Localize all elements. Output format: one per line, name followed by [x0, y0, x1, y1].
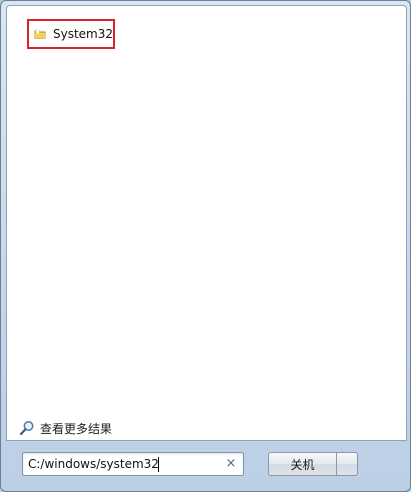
text-caret — [158, 457, 159, 472]
search-input[interactable]: C:/windows/system32 × — [22, 452, 244, 476]
search-results-pane: System32 查看更多结果 — [6, 5, 407, 441]
clear-icon[interactable]: × — [225, 456, 237, 472]
shutdown-options-button[interactable] — [337, 452, 358, 476]
result-item-system32[interactable]: System32 — [27, 19, 115, 49]
magnifier-icon — [19, 421, 34, 436]
result-item-label: System32 — [52, 27, 113, 41]
shutdown-button-group: 关机 — [268, 452, 358, 476]
see-more-label: 查看更多结果 — [40, 421, 113, 436]
folder-icon — [34, 29, 46, 39]
start-menu-window: System32 查看更多结果 C:/windows/system32 × 关机 — [0, 0, 411, 492]
shutdown-button[interactable]: 关机 — [268, 452, 337, 476]
search-input-value: C:/windows/system32 — [28, 457, 159, 471]
see-more-results-link[interactable]: 查看更多结果 — [19, 418, 112, 438]
